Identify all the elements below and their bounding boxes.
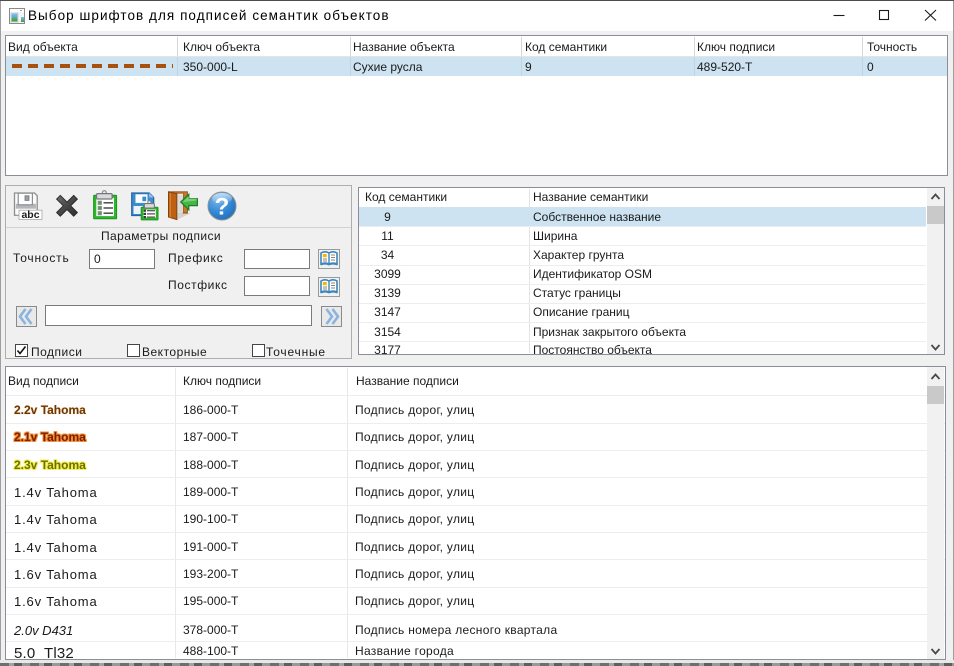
svg-text:abc: abc xyxy=(21,209,39,221)
svg-text:?: ? xyxy=(215,194,230,221)
